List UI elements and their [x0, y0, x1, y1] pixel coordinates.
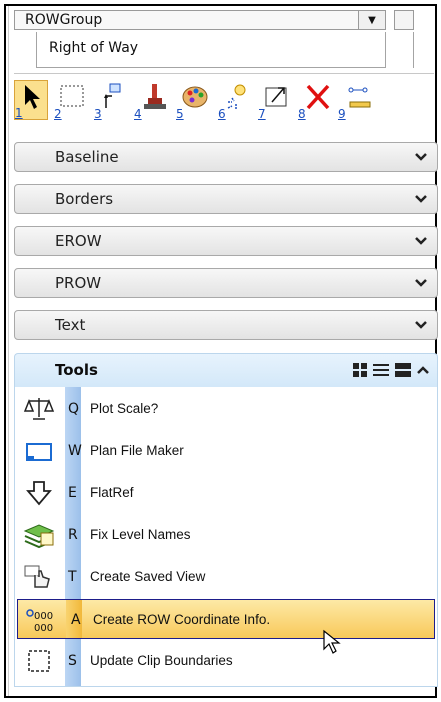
tool-item-fix-level-names[interactable]: R Fix Level Names — [15, 515, 437, 555]
chevron-up-icon[interactable] — [417, 365, 429, 375]
view-mode-buttons — [353, 363, 429, 377]
panel-label: Borders — [55, 190, 114, 208]
tool-label: Plot Scale? — [90, 401, 159, 416]
panel-label: Tools — [55, 361, 98, 379]
panel-borders[interactable]: Borders — [14, 184, 438, 214]
window-icon — [26, 443, 52, 461]
tool-label: FlatRef — [90, 485, 134, 500]
main-toolbar: 1 2 3 4 5 6 7 8 9 — [14, 80, 434, 122]
tool-item-flatref[interactable]: E FlatRef — [15, 473, 437, 513]
coordinates-icon: 000000 — [26, 609, 53, 634]
tool-label: Update Clip Boundaries — [90, 653, 233, 668]
tool-key: R — [68, 527, 78, 543]
tool-item-create-row-coordinate-info[interactable]: 000 000 A Create ROW Coordinate Info. — [17, 599, 435, 639]
tool-button-select[interactable]: 1 — [14, 80, 48, 120]
group-select[interactable]: ROWGroup ▼ — [14, 10, 386, 30]
chevron-down-icon — [415, 321, 427, 329]
header-separator — [14, 73, 434, 74]
tab-divider — [413, 32, 414, 68]
tool-item-create-saved-view[interactable]: T Create Saved View — [15, 557, 437, 597]
tool-button-brush[interactable]: 4 — [134, 80, 168, 120]
tool-item-plot-scale[interactable]: Q Plot Scale? — [15, 389, 437, 429]
move-element-icon — [104, 83, 121, 108]
mouse-cursor-icon — [323, 629, 341, 654]
palette-icon — [182, 86, 208, 108]
dropdown-arrow-icon[interactable]: ▼ — [358, 11, 385, 29]
tool-item-update-clip-boundaries[interactable]: S Update Clip Boundaries — [15, 641, 437, 681]
tool-number: 6 — [218, 107, 226, 121]
tool-button-move[interactable]: 3 — [94, 80, 128, 120]
panel-label: Text — [55, 316, 86, 334]
down-arrow-icon — [26, 481, 52, 506]
tool-key: S — [68, 653, 77, 669]
tool-button-fence[interactable]: 2 — [54, 80, 88, 120]
chevron-down-icon — [415, 153, 427, 161]
scale-box-icon — [265, 87, 287, 107]
svg-text:000: 000 — [34, 611, 53, 622]
panel-text[interactable]: Text — [14, 310, 438, 340]
tool-label: Fix Level Names — [90, 527, 191, 542]
tool-label: Create ROW Coordinate Info. — [93, 612, 271, 627]
scale-balance-icon — [23, 398, 55, 420]
tool-number: 1 — [15, 106, 23, 120]
bulb-icon — [227, 84, 246, 109]
tool-key: W — [68, 443, 82, 459]
list-view-icon[interactable] — [373, 363, 389, 377]
tool-item-plan-file-maker[interactable]: W Plan File Maker — [15, 431, 437, 471]
tool-number: 5 — [176, 107, 184, 121]
icon-view-icon[interactable] — [353, 363, 367, 377]
tool-button-measure[interactable]: 9 — [338, 80, 372, 120]
tool-label: Create Saved View — [90, 569, 206, 584]
fence-icon — [60, 85, 84, 107]
tool-number: 4 — [134, 107, 142, 121]
select-arrow-icon — [25, 85, 40, 109]
tool-key: T — [68, 569, 77, 585]
detail-view-icon[interactable] — [395, 363, 411, 377]
panel-prow[interactable]: PROW — [14, 268, 438, 298]
tool-button-bulb[interactable]: 6 — [218, 80, 252, 120]
chevron-down-icon — [415, 195, 427, 203]
panel-erow[interactable]: EROW — [14, 226, 438, 256]
tool-key: E — [68, 485, 77, 501]
tool-label: Plan File Maker — [90, 443, 184, 458]
tool-button-delete[interactable]: 8 — [298, 80, 332, 120]
panel-baseline[interactable]: Baseline — [14, 142, 438, 172]
tool-number: 7 — [258, 107, 266, 121]
tool-number: 8 — [298, 107, 306, 121]
tab-label: Right of Way — [49, 40, 139, 56]
chevron-down-icon — [415, 279, 427, 287]
group-select-value: ROWGroup — [25, 12, 103, 28]
scroll-button[interactable] — [394, 10, 414, 30]
hand-view-icon — [24, 565, 50, 588]
tool-key: Q — [68, 401, 80, 417]
panel-label: Baseline — [55, 148, 119, 166]
measure-icon — [348, 87, 371, 108]
panel-label: EROW — [55, 232, 102, 250]
tool-button-palette[interactable]: 5 — [176, 80, 210, 120]
chevron-down-icon — [415, 237, 427, 245]
tool-number: 9 — [338, 107, 346, 121]
delete-x-icon — [306, 84, 330, 110]
tool-key: A — [71, 612, 81, 628]
tab-right-of-way[interactable]: Right of Way — [36, 32, 386, 68]
tool-number: 3 — [94, 107, 102, 121]
panel-tools[interactable]: Tools — [14, 353, 438, 387]
clip-boundary-icon — [28, 650, 50, 672]
brush-icon — [144, 84, 166, 109]
tool-button-scale[interactable]: 7 — [258, 80, 292, 120]
tool-number: 2 — [54, 107, 62, 121]
layers-icon — [23, 524, 55, 549]
tools-list: Q Plot Scale? W Plan File Maker E FlatRe… — [14, 387, 438, 687]
svg-text:000: 000 — [34, 623, 53, 634]
panel-label: PROW — [55, 274, 102, 292]
left-divider — [8, 6, 9, 696]
